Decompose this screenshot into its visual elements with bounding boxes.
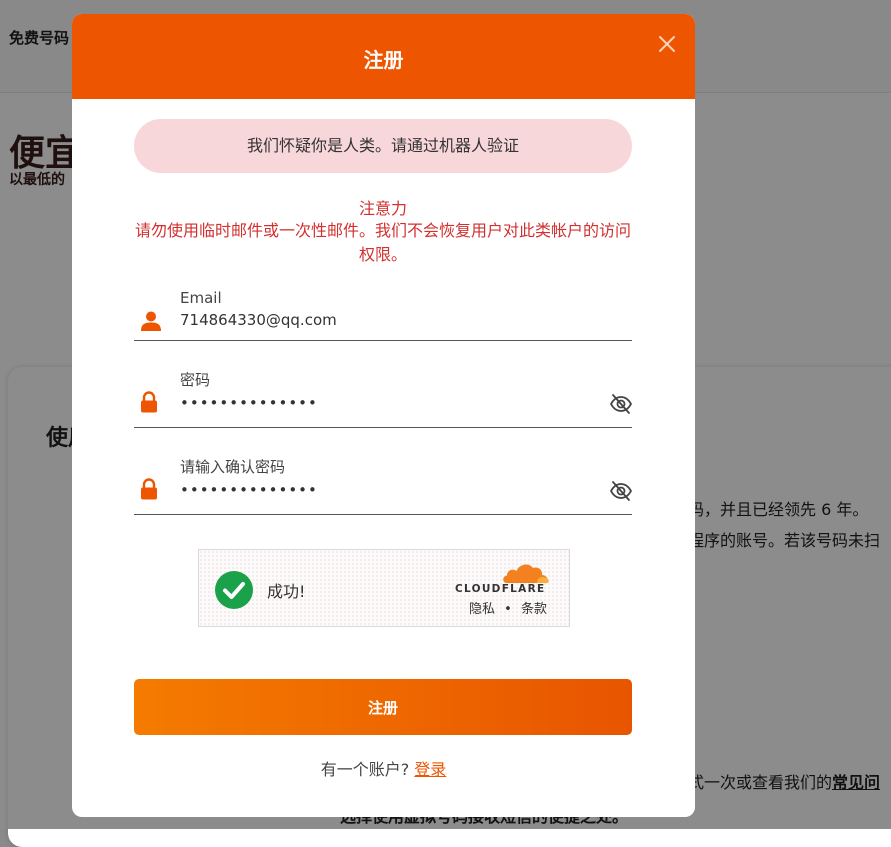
success-check-icon — [215, 571, 253, 609]
captcha-alert: 我们怀疑你是人类。请通过机器人验证 — [134, 119, 632, 173]
captcha-links: 隐私 • 条款 — [469, 598, 547, 617]
close-icon — [659, 36, 675, 52]
email-field-group: Email — [134, 284, 632, 341]
password-input[interactable]: •••••••••••••• — [180, 394, 580, 412]
warning-message: 请勿使用临时邮件或一次性邮件。我们不会恢复用户对此类帐户的访问权限。 — [134, 221, 631, 264]
register-button[interactable]: 注册 — [134, 679, 632, 735]
lock-icon — [141, 391, 157, 413]
link-separator: • — [504, 602, 512, 617]
warning-title: 注意力 — [358, 199, 407, 218]
user-icon — [141, 311, 161, 331]
confirm-password-label: 请输入确认密码 — [180, 458, 286, 476]
password-label: 密码 — [180, 371, 211, 389]
cloudflare-cloud-icon — [503, 564, 549, 583]
password-field-group: 密码 •••••••••••••• — [134, 364, 633, 428]
login-prompt: 有一个账户? — [320, 760, 410, 779]
login-link[interactable]: 登录 — [414, 760, 446, 779]
modal-header: 注册 — [72, 14, 695, 99]
privacy-link[interactable]: 隐私 — [469, 602, 495, 617]
terms-link[interactable]: 条款 — [521, 602, 547, 617]
login-row: 有一个账户? 登录 — [72, 756, 695, 780]
confirm-password-field-group: 请输入确认密码 •••••••••••••• — [134, 451, 633, 515]
captcha-status: 成功! — [267, 582, 306, 601]
eye-off-icon[interactable] — [609, 392, 633, 416]
eye-off-icon[interactable] — [609, 479, 633, 503]
modal-title: 注册 — [363, 48, 404, 72]
close-button[interactable] — [652, 29, 682, 59]
lock-icon — [141, 478, 157, 500]
email-label: Email — [180, 289, 222, 307]
confirm-password-input[interactable]: •••••••••••••• — [180, 481, 580, 499]
register-modal: 注册 我们怀疑你是人类。请通过机器人验证 注意力 请勿使用临时邮件或一次性邮件。… — [72, 14, 695, 817]
email-input[interactable] — [180, 311, 580, 329]
cloudflare-logo-text: CLOUDFLARE — [455, 583, 546, 595]
cloudflare-captcha-widget[interactable]: 成功! CLOUDFLARE 隐私 • 条款 — [198, 549, 570, 627]
